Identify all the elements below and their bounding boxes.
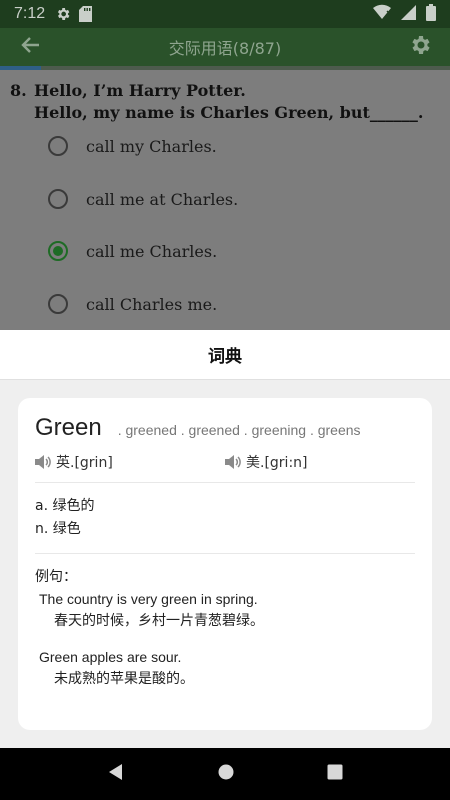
example-zh: 春天的时候，乡村一片青葱碧绿。 [54,613,264,629]
phonetic-uk-button[interactable]: 英.[grin] [35,452,225,472]
sd-card-icon [79,6,93,22]
question-number: 8. [10,81,27,100]
option-4[interactable]: call Charles me. [48,294,217,314]
wifi-icon [373,4,392,24]
examples-label: 例句： [35,569,77,585]
question-line-2: Hello, my name is Charles Green, but____… [34,103,424,122]
system-nav-bar [0,748,450,800]
option-3-label: call me Charles. [86,241,218,261]
dictionary-sheet: 词典 Green . greened . greened . greening … [0,330,450,748]
status-bar: 7:12 [0,0,450,28]
status-time: 7:12 [14,5,46,22]
divider [35,482,415,483]
word-forms: . greened . greened . greening . greens [117,422,361,438]
example-en: The country is very green in spring. [39,591,258,607]
settings-button[interactable] [390,33,450,61]
nav-back-icon[interactable] [107,763,125,785]
back-arrow-icon [20,36,40,58]
divider [35,553,415,554]
option-1[interactable]: call my Charles. [48,136,217,156]
app-bar: 交际用语(8/87) [0,28,450,66]
option-2[interactable]: call me at Charles. [48,189,238,209]
option-4-radio[interactable] [48,294,68,314]
phonetic-us-button[interactable]: 美.[gri:n] [225,452,415,472]
nav-recents-icon[interactable] [327,764,343,784]
speaker-icon [35,454,53,470]
page-title: 交际用语(8/87) [168,39,282,58]
question-line-1: Hello, I’m Harry Potter. [34,81,246,100]
settings-icon [55,6,71,22]
option-3-radio[interactable] [48,241,68,261]
dictionary-word: Green [35,414,102,441]
phonetic-uk: 英.[grin] [56,455,113,471]
gear-icon [408,33,432,61]
example-en: Green apples are sour. [39,649,182,665]
nav-home-icon[interactable] [218,764,234,784]
option-1-radio[interactable] [48,136,68,156]
example-zh: 未成熟的苹果是酸的。 [54,671,194,687]
back-button[interactable] [0,36,60,58]
dictionary-card: Green . greened . greened . greening . g… [18,398,432,730]
option-2-radio[interactable] [48,189,68,209]
dictionary-header: 词典 [0,330,450,380]
definition: a. 绿色的 [35,498,95,514]
question: 8. Hello, I’m Harry Potter. Hello, my nam… [10,80,423,124]
phonetic-us: 美.[gri:n] [246,455,308,471]
definition: n. 绿色 [35,521,81,537]
signal-icon [401,4,416,24]
option-4-label: call Charles me. [86,294,218,314]
option-2-label: call me at Charles. [86,189,239,209]
speaker-icon [225,454,243,470]
quiz-area: 8. Hello, I’m Harry Potter. Hello, my nam… [0,70,450,330]
battery-icon [426,3,436,25]
option-3[interactable]: call me Charles. [48,241,217,261]
option-1-label: call my Charles. [86,136,217,156]
